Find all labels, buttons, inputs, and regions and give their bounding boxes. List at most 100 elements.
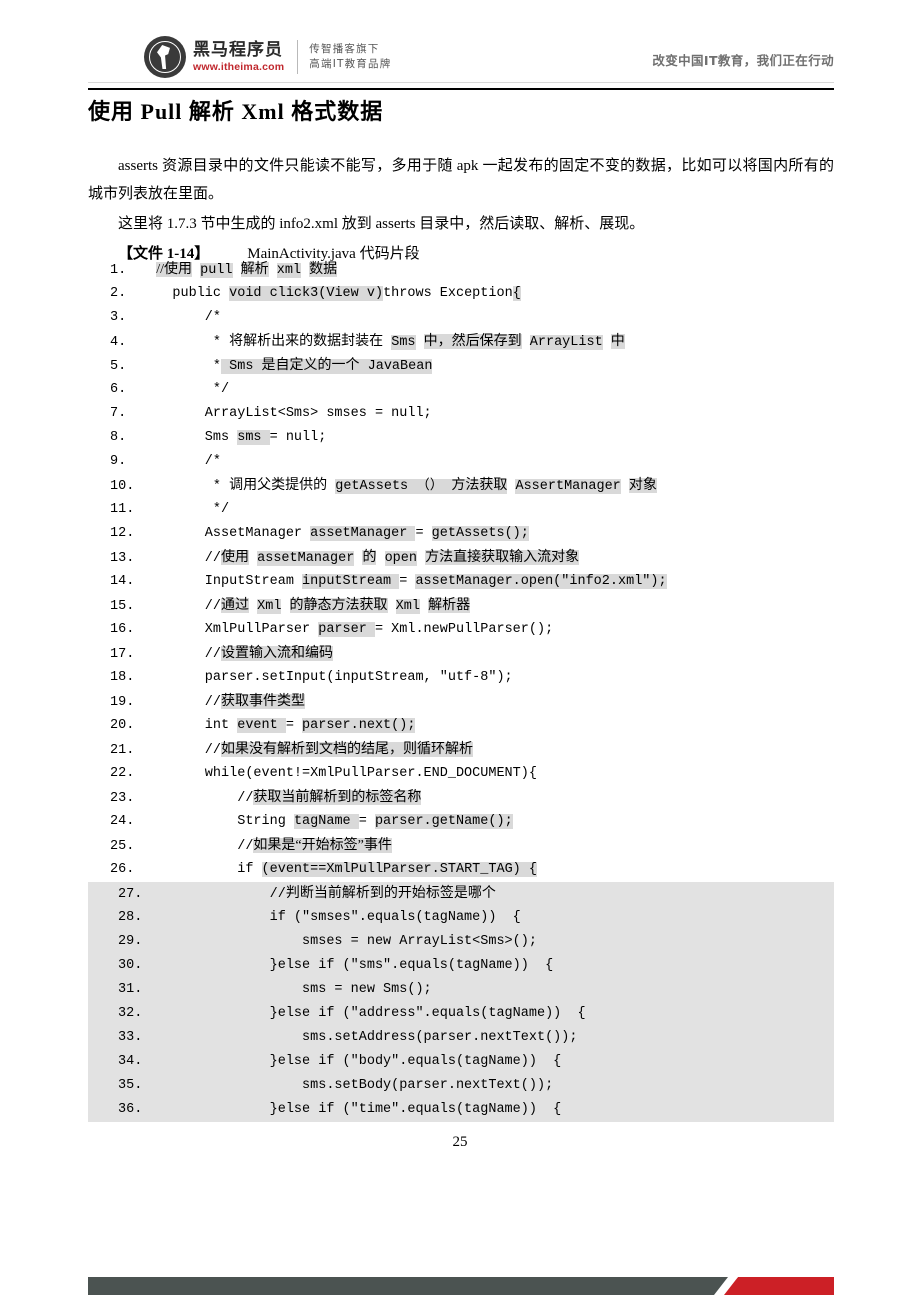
header-rule <box>88 88 834 90</box>
code-line-number: 26. <box>110 862 135 877</box>
code-line: 1. //使用 pull 解析 xml 数据 <box>88 258 834 282</box>
code-line-number: 3. <box>110 310 127 325</box>
paragraph-1: asserts 资源目录中的文件只能读不能写，多用于随 apk 一起发布的固定不… <box>88 158 834 202</box>
code-line-text: ArrayList<Sms> smses = null; <box>140 406 432 421</box>
brand-slogan-line-2: 高端IT教育品牌 <box>309 58 392 70</box>
code-line-text: }else if ("body".equals(tagName)) { <box>140 1054 562 1069</box>
code-line-text: parser.setInput(inputStream, "utf-8"); <box>140 670 513 685</box>
brand-logo-text: 黑马程序员 www.itheima.com <box>193 41 285 73</box>
code-line: 14. InputStream inputStream = assetManag… <box>88 570 834 594</box>
code-line-text: public void click3(View v)throws Excepti… <box>140 286 521 301</box>
code-line: 6. */ <box>88 378 834 402</box>
code-line-number: 5. <box>110 359 127 374</box>
code-line-number: 36. <box>118 1102 143 1117</box>
code-line-number: 30. <box>118 958 143 973</box>
code-line: 32. }else if ("address".equals(tagName))… <box>88 1002 834 1026</box>
code-line-text: sms = new Sms(); <box>140 982 432 997</box>
horse-head-logo-icon <box>144 36 186 78</box>
code-line-text: //通过 Xml 的静态方法获取 Xml 解析器 <box>140 598 471 614</box>
code-line: 35. sms.setBody(parser.nextText()); <box>88 1074 834 1098</box>
code-line: 2. public void click3(View v)throws Exce… <box>88 282 834 306</box>
footer-bar-gray <box>88 1277 736 1295</box>
code-line-text: //如果是“开始标签”事件 <box>140 838 392 854</box>
code-line-number: 1. <box>110 263 127 278</box>
code-line-text: AssetManager assetManager = getAssets(); <box>140 526 529 541</box>
code-line-number: 27. <box>118 887 143 902</box>
code-line-text: }else if ("address".equals(tagName)) { <box>140 1006 586 1021</box>
code-line: 25. //如果是“开始标签”事件 <box>88 834 834 858</box>
code-line-number: 8. <box>110 430 127 445</box>
code-line-number: 35. <box>118 1078 143 1093</box>
code-line: 15. //通过 Xml 的静态方法获取 Xml 解析器 <box>88 594 834 618</box>
code-line-number: 24. <box>110 814 135 829</box>
code-line: 34. }else if ("body".equals(tagName)) { <box>88 1050 834 1074</box>
page-footer <box>88 1277 834 1295</box>
code-line-number: 25. <box>110 839 135 854</box>
code-line-text: if ("smses".equals(tagName)) { <box>140 910 521 925</box>
code-listing: 1. //使用 pull 解析 xml 数据 2. public void cl… <box>88 258 834 1122</box>
code-line-number: 14. <box>110 574 135 589</box>
page-header: 黑马程序员 www.itheima.com 传智播客旗下 高端IT教育品牌 改变… <box>88 28 834 84</box>
code-line: 26. if (event==XmlPullParser.START_TAG) … <box>88 858 834 882</box>
logo-divider <box>297 40 299 74</box>
code-line-number: 20. <box>110 718 135 733</box>
code-line-text: sms.setAddress(parser.nextText()); <box>140 1030 578 1045</box>
code-line-text: Sms sms = null; <box>140 430 327 445</box>
code-line-number: 12. <box>110 526 135 541</box>
code-line-number: 22. <box>110 766 135 781</box>
code-line-text: //判断当前解析到的开始标签是哪个 <box>140 886 496 902</box>
body-content: asserts 资源目录中的文件只能读不能写，多用于随 apk 一起发布的固定不… <box>88 152 834 268</box>
code-line-text: //使用 pull 解析 xml 数据 <box>156 262 338 278</box>
code-line-number: 10. <box>110 479 135 494</box>
code-line: 29. smses = new ArrayList<Sms>(); <box>88 930 834 954</box>
code-line-number: 31. <box>118 982 143 997</box>
code-line: 23. //获取当前解析到的标签名称 <box>88 786 834 810</box>
code-line-number: 23. <box>110 791 135 806</box>
code-line: 24. String tagName = parser.getName(); <box>88 810 834 834</box>
code-line-text: //如果没有解析到文档的结尾，则循环解析 <box>140 742 474 758</box>
code-line: 12. AssetManager assetManager = getAsset… <box>88 522 834 546</box>
code-line-text: //设置输入流和编码 <box>140 646 334 662</box>
code-line-text: //获取当前解析到的标签名称 <box>140 790 422 806</box>
brand-logo: 黑马程序员 www.itheima.com 传智播客旗下 高端IT教育品牌 <box>144 34 391 80</box>
header-hairline <box>88 82 834 83</box>
footer-bar-red <box>722 1277 834 1295</box>
code-line: 18. parser.setInput(inputStream, "utf-8"… <box>88 666 834 690</box>
code-line: 4. * 将解析出来的数据封装在 Sms 中，然后保存到 ArrayList 中 <box>88 330 834 354</box>
code-line: 16. XmlPullParser parser = Xml.newPullPa… <box>88 618 834 642</box>
code-line-text: sms.setBody(parser.nextText()); <box>140 1078 554 1093</box>
code-line: 17. //设置输入流和编码 <box>88 642 834 666</box>
code-line: 30. }else if ("sms".equals(tagName)) { <box>88 954 834 978</box>
paragraph-2: 这里将 1.7.3 节中生成的 info2.xml 放到 asserts 目录中… <box>118 216 645 232</box>
code-line: 9. /* <box>88 450 834 474</box>
code-line-number: 13. <box>110 551 135 566</box>
page-number: 25 <box>452 1134 468 1150</box>
code-line-text: InputStream inputStream = assetManager.o… <box>140 574 667 589</box>
code-line-text: while(event!=XmlPullParser.END_DOCUMENT)… <box>140 766 537 781</box>
code-line-number: 21. <box>110 743 135 758</box>
code-line: 22. while(event!=XmlPullParser.END_DOCUM… <box>88 762 834 786</box>
code-line-number: 33. <box>118 1030 143 1045</box>
code-line: 7. ArrayList<Sms> smses = null; <box>88 402 834 426</box>
brand-url: www.itheima.com <box>193 60 285 73</box>
code-line-text: /* <box>140 454 222 469</box>
code-line-text: //获取事件类型 <box>140 694 306 710</box>
code-line-text: smses = new ArrayList<Sms>(); <box>140 934 537 949</box>
code-line: 21. //如果没有解析到文档的结尾，则循环解析 <box>88 738 834 762</box>
code-line: 33. sms.setAddress(parser.nextText()); <box>88 1026 834 1050</box>
code-line: 3. /* <box>88 306 834 330</box>
code-line: 10. * 调用父类提供的 getAssets （） 方法获取 AssertMa… <box>88 474 834 498</box>
code-line-number: 9. <box>110 454 127 469</box>
code-line-text: if (event==XmlPullParser.START_TAG) { <box>140 862 537 877</box>
code-line-text: }else if ("time".equals(tagName)) { <box>140 1102 562 1117</box>
code-line-text: }else if ("sms".equals(tagName)) { <box>140 958 554 973</box>
code-line: 19. //获取事件类型 <box>88 690 834 714</box>
code-line-text: * 调用父类提供的 getAssets （） 方法获取 AssertManage… <box>140 478 657 494</box>
code-line-number: 34. <box>118 1054 143 1069</box>
brand-slogan: 传智播客旗下 高端IT教育品牌 <box>309 42 391 72</box>
code-line-text: * Sms 是自定义的一个 JavaBean <box>140 358 433 374</box>
code-line-number: 17. <box>110 647 135 662</box>
brand-slogan-line-1: 传智播客旗下 <box>309 42 380 55</box>
code-line: 11. */ <box>88 498 834 522</box>
code-line-text: /* <box>140 310 222 325</box>
